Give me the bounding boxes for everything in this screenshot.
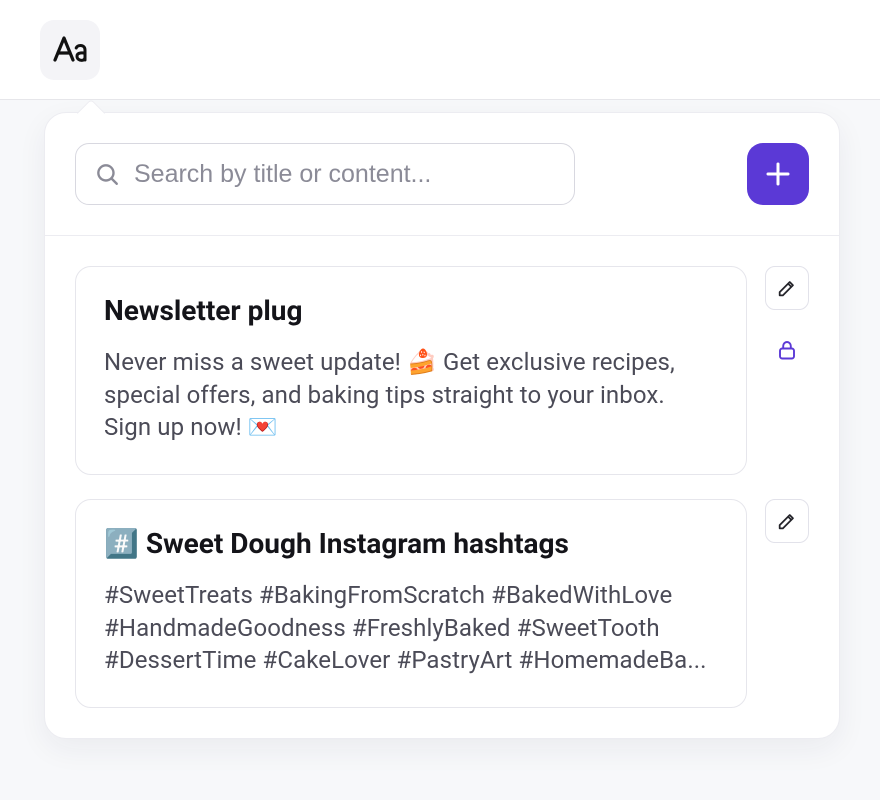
pencil-icon [776,277,798,299]
snippet-actions [765,266,809,372]
lock-button[interactable] [765,328,809,372]
snippet-card[interactable]: #️⃣ Sweet Dough Instagram hashtags #Swee… [75,499,747,708]
popover-header [45,113,839,236]
snippet-title: #️⃣ Sweet Dough Instagram hashtags [104,526,718,561]
snippet-body: Never miss a sweet update! 🍰 Get exclusi… [104,346,718,444]
popover-body: Newsletter plug Never miss a sweet updat… [45,236,839,738]
search-field[interactable] [75,143,575,205]
list-item: #️⃣ Sweet Dough Instagram hashtags #Swee… [75,499,809,708]
search-input[interactable] [134,160,556,189]
snippets-popover: Newsletter plug Never miss a sweet updat… [44,112,840,739]
add-button[interactable] [747,143,809,205]
edit-button[interactable] [765,499,809,543]
edit-button[interactable] [765,266,809,310]
snippet-title: Newsletter plug [104,293,718,328]
snippet-card[interactable]: Newsletter plug Never miss a sweet updat… [75,266,747,475]
search-icon [94,161,120,187]
snippet-actions [765,499,809,543]
text-tool-button[interactable] [40,20,100,80]
plus-icon [763,159,793,189]
pencil-icon [776,510,798,532]
snippet-body: #SweetTreats #BakingFromScratch #BakedWi… [104,579,718,677]
list-item: Newsletter plug Never miss a sweet updat… [75,266,809,475]
lock-icon [775,338,799,362]
top-bar [0,0,880,100]
text-aa-icon [50,30,90,70]
